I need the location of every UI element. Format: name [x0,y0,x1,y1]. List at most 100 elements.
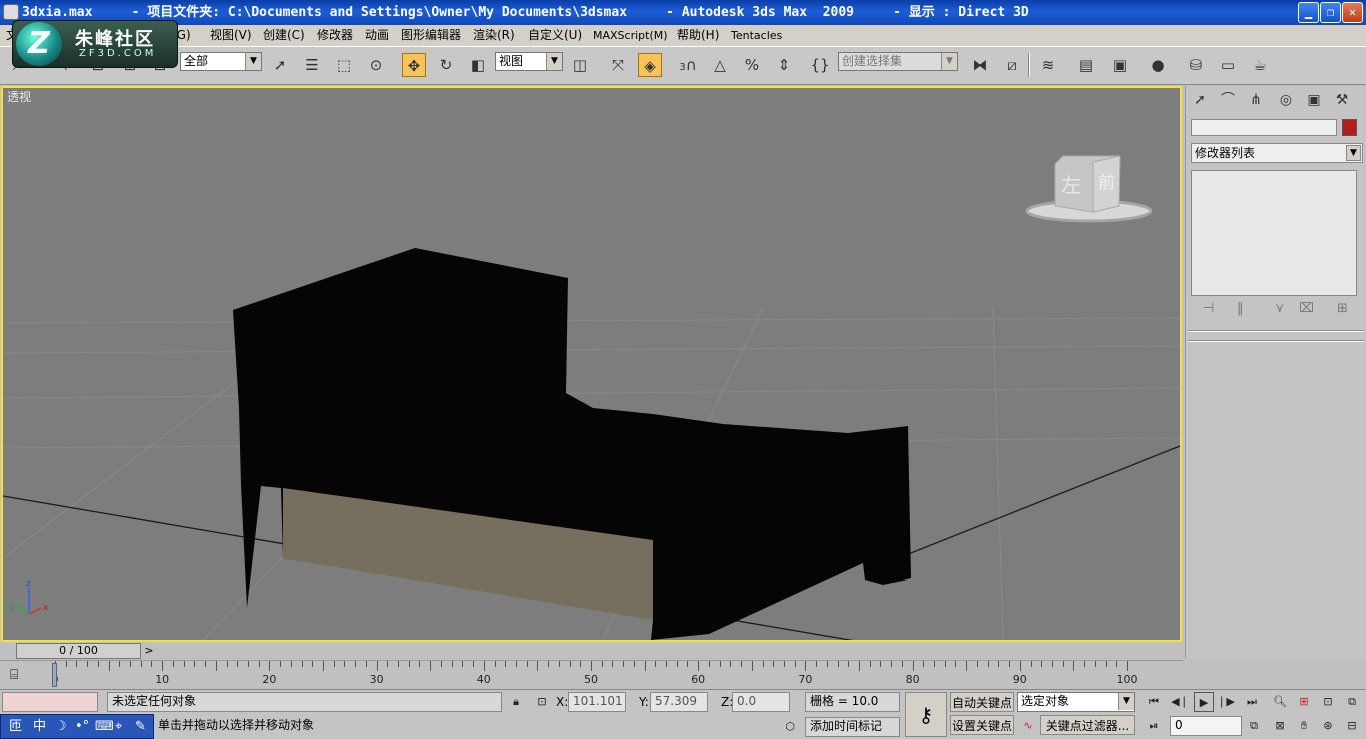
prev-frame-arrow-icon[interactable] [2,643,16,659]
object-name-field[interactable] [1191,119,1337,136]
time-configuration-icon[interactable]: ⧉ [1244,716,1264,736]
key-mode-toggle-icon[interactable]: ⏯ [1144,716,1164,736]
mini-curve-editor-icon[interactable]: ⌸ [10,667,18,683]
utilities-tab-icon[interactable]: ⚒ [1330,89,1354,111]
menu-views[interactable]: 视图(V) [210,25,252,46]
ime-soft-keyboard-icon[interactable]: ⌨ [95,715,114,738]
maximize-viewport-icon[interactable]: ⊟ [1342,716,1362,736]
ime-menu-icon[interactable]: ⌖ [115,715,122,738]
ime-punctuation-icon[interactable]: •° [75,715,89,738]
viewport-label[interactable]: 透视 [7,88,31,105]
menu-rendering[interactable]: 渲染(R) [473,25,515,46]
layer-manager-icon[interactable]: ≋ [1036,53,1060,77]
play-icon[interactable]: ▶ [1194,692,1214,712]
current-frame-marker[interactable] [52,663,57,687]
rendered-frame-window-icon[interactable]: ▭ [1216,53,1240,77]
viewcube-front-face[interactable]: 前 [1098,173,1115,193]
z-coordinate-field[interactable]: 0.0 [732,692,790,712]
orbit-icon[interactable]: ⊛ [1318,716,1338,736]
app-icon[interactable] [3,4,19,20]
curve-editor-icon[interactable]: ▤ [1074,53,1098,77]
menu-help[interactable]: 帮助(H) [677,25,719,46]
quick-render-teapot-icon[interactable]: ☕ [1248,53,1272,77]
percent-snap-icon[interactable]: % [740,53,764,77]
zoom-all-icon[interactable]: ⊞ [1294,692,1314,712]
previous-frame-icon[interactable]: ◀❘ [1170,692,1190,712]
select-move-icon[interactable]: ✥ [402,53,426,77]
set-key-button[interactable]: 设置关键点 [950,715,1014,735]
y-coordinate-field[interactable]: 57.309 [650,692,708,712]
menu-modifiers[interactable]: 修改器 [317,25,353,46]
zoom-extents-all-icon[interactable]: ⧉ [1342,692,1362,712]
schematic-view-icon[interactable]: ▣ [1108,53,1132,77]
configure-sets-icon[interactable]: ⊞ [1337,301,1348,316]
key-mode-dropdown[interactable]: 选定对象 ▼ [1017,692,1135,712]
menu-customize[interactable]: 自定义(U) [528,25,582,46]
menu-maxscript[interactable]: MAXScript(M) [593,25,668,46]
time-tag-icon[interactable]: ⬡ [780,717,800,737]
ime-half-width-icon[interactable]: ☽ [55,715,67,738]
bed-object[interactable] [233,248,911,640]
ime-chinese-mode-icon[interactable]: 中 [33,715,46,738]
reference-coordinate-dropdown[interactable]: 视图 ▼ [495,52,563,71]
rect-region-icon[interactable]: ⬚ [332,53,356,77]
next-frame-arrow-icon[interactable]: > [142,643,156,659]
menu-tentacles[interactable]: Tentacles [731,25,782,46]
spinner-snap-icon[interactable]: ⇕ [772,53,796,77]
menu-graph-editors[interactable]: 图形编辑器 [401,25,461,46]
render-setup-icon[interactable]: ⛁ [1184,53,1208,77]
select-manipulate-icon[interactable]: ⤧ [606,53,630,77]
maxscript-listener-field[interactable] [2,692,98,712]
hierarchy-tab-icon[interactable]: ⋔ [1244,89,1268,111]
pan-hand-icon[interactable]: ✋︎ [1294,716,1314,736]
object-color-swatch[interactable] [1342,119,1357,136]
angle-snap-icon[interactable]: △ [708,53,732,77]
modifier-stack[interactable] [1191,170,1357,296]
pivot-center-icon[interactable]: ◫ [568,53,592,77]
menu-animation[interactable]: 动画 [365,25,389,46]
auto-key-button[interactable]: 自动关键点 [950,692,1014,712]
mirror-icon[interactable]: ⧓ [968,53,992,77]
ime-settings-icon[interactable]: ✎ [135,715,146,738]
show-end-result-icon[interactable]: ‖ [1237,301,1244,316]
remove-modifier-icon[interactable]: ⌧ [1299,301,1314,316]
modifier-list-dropdown[interactable]: 修改器列表 ▼ [1191,143,1363,163]
x-coordinate-field[interactable]: 101.101 [568,692,626,712]
select-rotate-icon[interactable]: ↻ [434,53,458,77]
select-by-name-list-icon[interactable]: ☰ [300,53,324,77]
go-to-end-icon[interactable]: ⏭ [1242,692,1262,712]
named-selection-sets-dropdown[interactable]: 创建选择集 ▼ [838,52,958,71]
perspective-viewport[interactable]: 左 前 z x y 透视 [1,86,1182,642]
align-icon[interactable]: ⧄ [1000,53,1024,77]
menu-create[interactable]: 创建(C) [263,25,305,46]
make-unique-icon[interactable]: ⋎ [1275,301,1285,316]
viewcube-icon[interactable] [1025,155,1153,223]
close-button[interactable]: ✕ [1342,2,1363,23]
track-bar[interactable]: ⌸ 0102030405060708090100 [0,660,1183,688]
zoom-extents-icon[interactable]: ⊡ [1318,692,1338,712]
edit-named-selection-icon[interactable]: {} [808,53,832,77]
field-of-view-icon[interactable]: ⊠ [1270,716,1290,736]
select-scale-icon[interactable]: ◧ [466,53,490,77]
key-filters-button[interactable]: 关键点过滤器... [1040,715,1135,735]
select-arrow-icon[interactable]: ➚ [268,53,292,77]
display-tab-icon[interactable]: ▣ [1302,89,1326,111]
key-tangent-icon[interactable]: ∿ [1018,716,1038,736]
keyboard-shortcut-override-icon[interactable]: ◈ [638,53,662,77]
set-key-large-icon[interactable]: ⚷ [905,692,947,737]
window-crossing-icon[interactable]: ⊙ [364,53,388,77]
add-time-tag[interactable]: 添加时间标记 [805,717,900,737]
create-tab-icon[interactable]: ➚ [1188,89,1212,111]
pin-stack-icon[interactable]: ⊣ [1203,301,1214,316]
lock-icon[interactable]: 🔒︎ [506,692,526,712]
absolute-mode-icon[interactable]: ⊡ [532,692,552,712]
minimize-button[interactable]: ▁ [1298,2,1319,23]
motion-tab-icon[interactable]: ◎ [1274,89,1298,111]
snaps-toggle-icon[interactable]: 3∩ [676,53,700,77]
time-slider[interactable]: 0 / 100 [16,643,141,659]
viewcube-left-face[interactable]: 左 [1061,173,1081,197]
current-frame-field[interactable]: 0 [1170,716,1242,736]
material-editor-icon[interactable]: ● [1146,53,1170,77]
selection-filter-dropdown[interactable]: 全部 ▼ [180,52,262,71]
next-frame-icon[interactable]: ❘▶ [1216,692,1236,712]
